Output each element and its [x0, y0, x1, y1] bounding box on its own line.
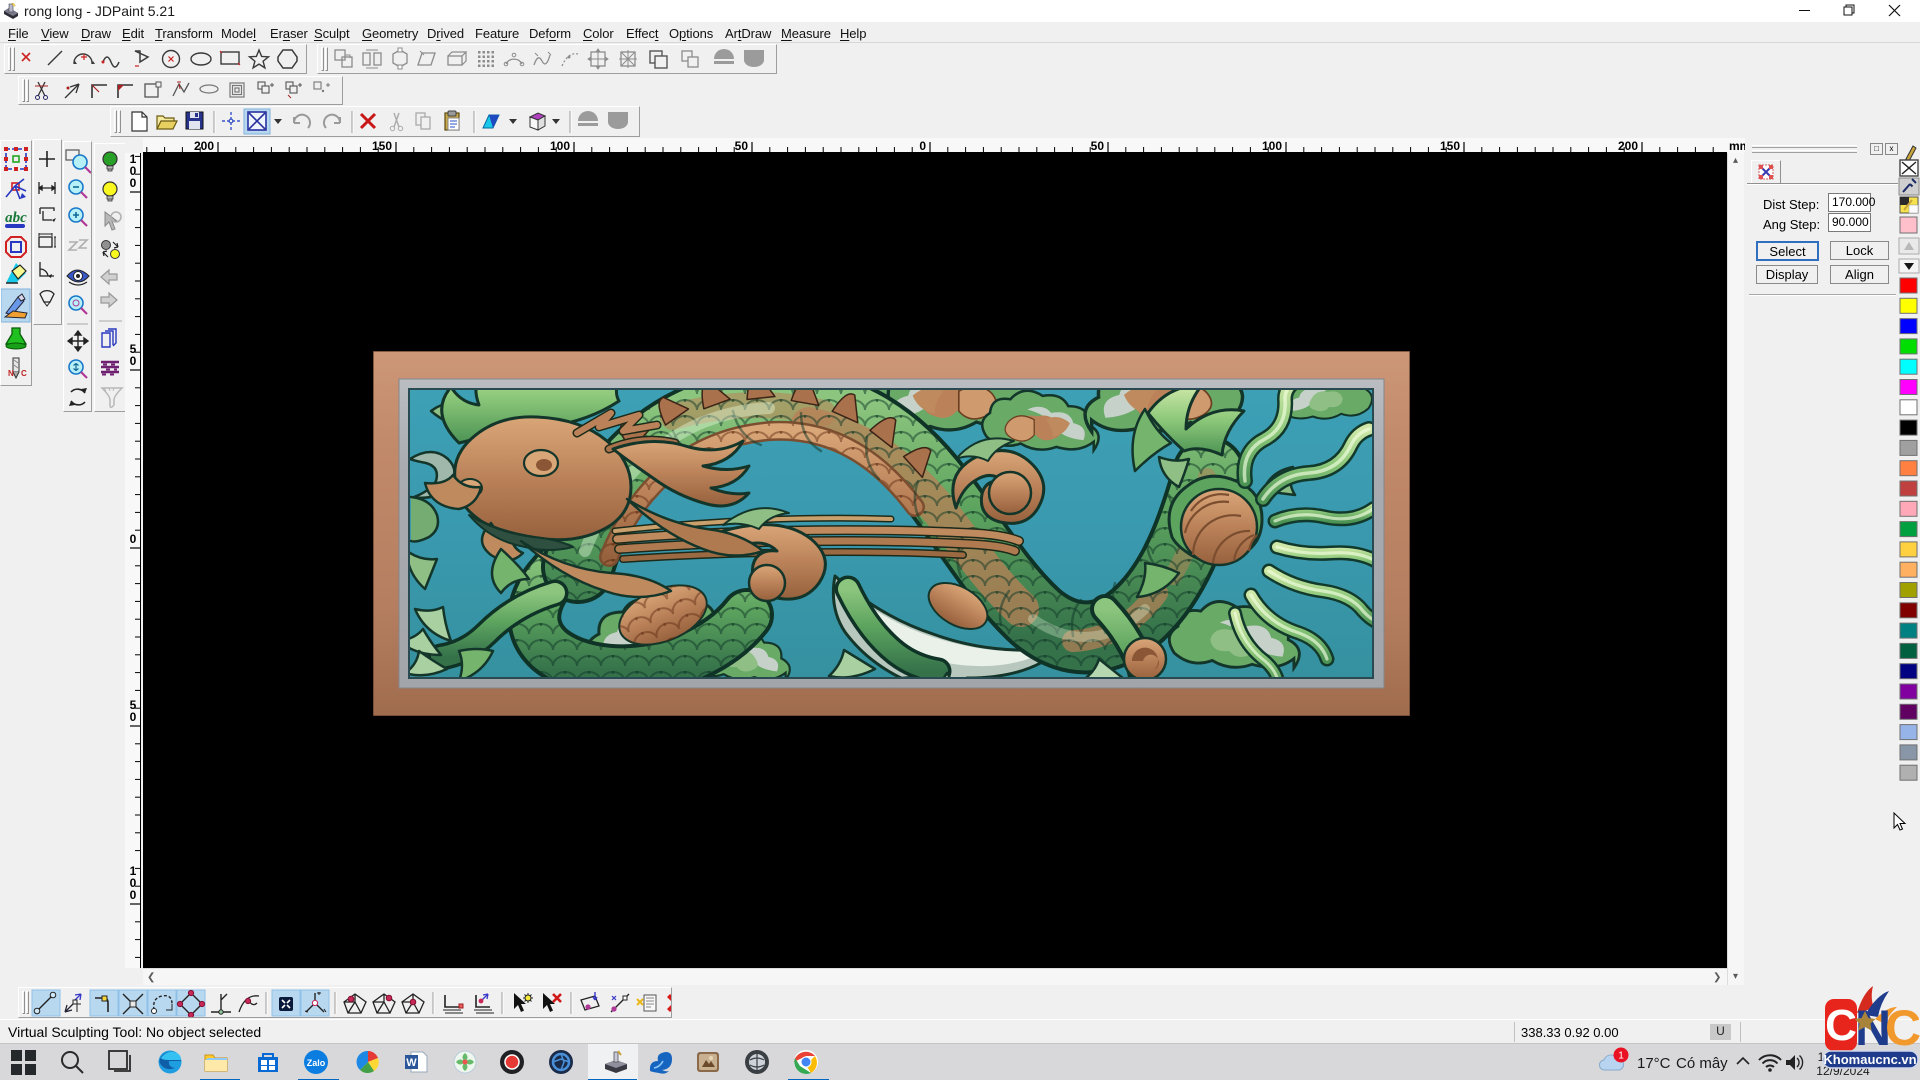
svg-text:17°C: 17°C	[1637, 1055, 1671, 1072]
svg-text:0: 0	[130, 710, 137, 724]
svg-text:0: 0	[130, 888, 137, 902]
svg-text:Zalo: Zalo	[307, 1058, 326, 1068]
svg-text:100: 100	[1262, 139, 1282, 153]
svg-text:W: W	[406, 1057, 417, 1069]
svg-text:mm: mm	[1729, 139, 1745, 153]
svg-text:0: 0	[130, 532, 137, 546]
svg-text:50: 50	[1091, 139, 1105, 153]
svg-text:200: 200	[194, 139, 214, 153]
svg-text:150: 150	[1440, 139, 1460, 153]
svg-text:200: 200	[1618, 139, 1638, 153]
svg-text:50: 50	[735, 139, 749, 153]
svg-text:Khomaucnc.vn: Khomaucnc.vn	[1823, 1052, 1916, 1067]
svg-text:C: C	[1825, 1001, 1857, 1050]
svg-text:0: 0	[130, 354, 137, 368]
svg-text:150: 150	[372, 139, 392, 153]
svg-text:N: N	[8, 369, 14, 378]
svg-text:Có mây: Có mây	[1676, 1055, 1728, 1072]
svg-text:0: 0	[919, 139, 926, 153]
svg-text:0: 0	[130, 176, 137, 190]
svg-text:100: 100	[550, 139, 570, 153]
svg-text:abc: abc	[5, 210, 27, 226]
svg-text:C: C	[21, 369, 27, 378]
svg-text:C: C	[1885, 1000, 1920, 1056]
svg-text:1: 1	[1618, 1051, 1624, 1062]
